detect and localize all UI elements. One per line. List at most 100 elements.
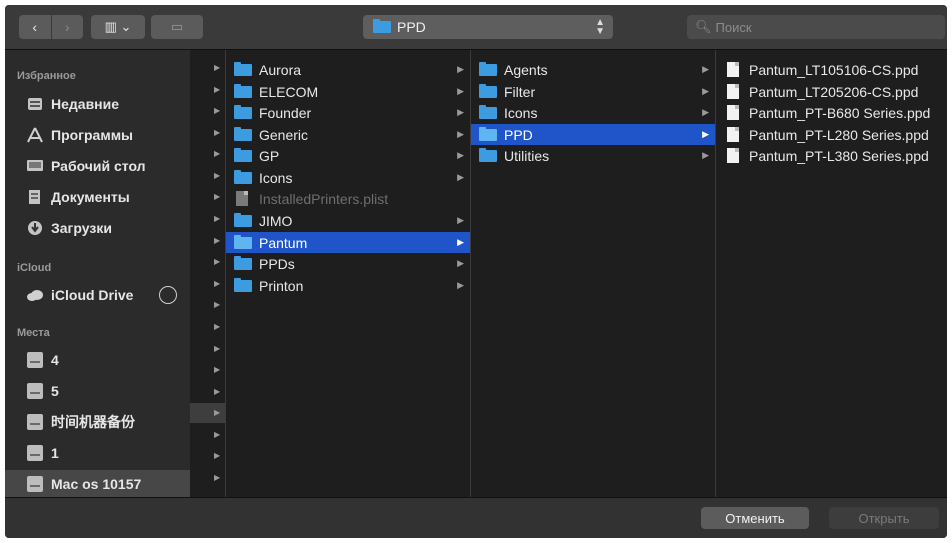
sidebar-item-label: Рабочий стол <box>51 158 146 174</box>
chevron-right-icon: › <box>64 19 70 35</box>
list-item[interactable]: Founder ▶ <box>226 102 470 123</box>
disclosure-arrow-icon: ▶ <box>214 344 221 353</box>
list-item[interactable]: PPDs ▶ <box>226 253 470 274</box>
item-label: Printon <box>259 277 304 294</box>
sidebar-item-mac-os[interactable]: Mac os 10157 <box>5 470 190 497</box>
search-icon: 🔍︎ <box>695 19 712 34</box>
sidebar-item-disk-4[interactable]: 4 <box>5 346 190 374</box>
folder-icon <box>479 83 497 98</box>
disclosure-arrow-icon: ▶ <box>214 63 221 72</box>
disclosure-arrow-icon: ▶ <box>214 430 221 439</box>
parent-column[interactable]: ▶ ▶ ▶ ▶ ▶ ▶ ▶ ▶ ▶ ▶ ▶ ▶ ▶ ▶ ▶ ▶ ▶ ▶ ▶ ▶ <box>190 50 226 497</box>
list-item[interactable]: Icons ▶ <box>226 167 470 188</box>
list-item[interactable]: Filter ▶ <box>471 81 715 102</box>
sidebar-item-desktop[interactable]: Рабочий стол <box>5 152 190 180</box>
folder-icon <box>234 212 252 227</box>
list-item[interactable]: Pantum_PT-L280 Series.ppd <box>716 124 947 145</box>
chevron-right-icon: ▶ <box>457 107 464 117</box>
list-item[interactable]: Pantum_LT205206-CS.ppd <box>716 81 947 102</box>
file-icon <box>236 191 248 206</box>
applications-icon <box>25 126 45 144</box>
sidebar-item-label: 时间机器备份 <box>51 414 135 430</box>
item-label: Founder <box>259 104 312 121</box>
chevron-right-icon: ▶ <box>457 237 464 247</box>
sidebar: Избранное Недавние Программы Рабочий сто… <box>5 50 190 497</box>
chevron-right-icon: ▶ <box>702 86 709 96</box>
chevron-right-icon: ▶ <box>457 215 464 225</box>
disclosure-arrow-icon: ▶ <box>214 408 221 417</box>
browser-column-ppds: Aurora ▶ ELECOM ▶ Founder ▶ Generic ▶ GP ▶ Ic… <box>226 50 471 497</box>
item-label: Filter <box>504 83 536 100</box>
chevron-right-icon: ▶ <box>702 107 709 117</box>
disk-icon <box>25 413 45 431</box>
forward-button[interactable]: › <box>51 15 83 39</box>
sidebar-item-documents[interactable]: Документы <box>5 183 190 211</box>
sidebar-item-disk-5[interactable]: 5 <box>5 377 190 405</box>
disk-icon <box>25 475 45 493</box>
search-placeholder: Поиск <box>715 19 752 35</box>
list-item-selected[interactable]: Pantum ▶ <box>226 232 470 253</box>
column-view-icon: ▥ ⌄ <box>104 19 132 34</box>
back-button[interactable]: ‹ <box>19 15 51 39</box>
list-item[interactable]: Icons ▶ <box>471 102 715 123</box>
sidebar-item-recents[interactable]: Недавние <box>5 90 190 118</box>
list-item[interactable]: Generic ▶ <box>226 124 470 145</box>
sidebar-item-applications[interactable]: Программы <box>5 121 190 149</box>
folder-icon <box>234 61 252 76</box>
chevron-right-icon: ▶ <box>457 150 464 160</box>
list-item-selected[interactable]: PPD ▶ <box>471 124 715 145</box>
disclosure-arrow-icon: ▶ <box>214 279 221 288</box>
list-item[interactable]: Utilities ▶ <box>471 145 715 166</box>
downloads-icon <box>25 219 45 237</box>
toolbar: ‹ › ▥ ⌄ ▭ PPD ▲ ▼ 🔍︎ Поиск <box>5 5 947 50</box>
cancel-button[interactable]: Отменить <box>701 507 809 529</box>
item-label: PPDs <box>259 255 295 272</box>
disclosure-arrow-icon: ▶ <box>214 451 221 460</box>
sidebar-item-label: Документы <box>51 189 130 205</box>
chevron-right-icon: ▶ <box>702 129 709 139</box>
list-item[interactable]: GP ▶ <box>226 145 470 166</box>
view-options-button[interactable]: ▥ ⌄ <box>91 15 145 39</box>
browser-column-pantum: Agents ▶ Filter ▶ Icons ▶ PPD ▶ Utilities ▶ <box>471 50 716 497</box>
item-label: GP <box>259 147 280 164</box>
document-icon <box>727 62 739 77</box>
sidebar-item-label: 1 <box>51 445 59 461</box>
list-item[interactable]: JIMO ▶ <box>226 210 470 231</box>
folder-icon <box>234 234 252 249</box>
sidebar-item-time-machine[interactable]: 时间机器备份 <box>5 408 190 436</box>
list-item[interactable]: ELECOM ▶ <box>226 81 470 102</box>
item-label: Icons <box>504 104 538 121</box>
list-item[interactable]: Pantum_LT105106-CS.ppd <box>716 59 947 80</box>
item-label: Pantum_LT205206-CS.ppd <box>749 83 919 100</box>
sidebar-item-icloud-drive[interactable]: iCloud Drive <box>5 281 190 309</box>
item-label: Pantum <box>259 234 308 251</box>
folder-icon <box>234 277 252 292</box>
chevron-right-icon: ▶ <box>702 64 709 74</box>
sidebar-item-label: Программы <box>51 127 134 143</box>
document-icon <box>727 84 739 99</box>
dialog-footer: Отменить Открыть <box>5 497 947 538</box>
list-item[interactable]: Pantum_PT-B680 Series.ppd <box>716 102 947 123</box>
navigation-buttons: ‹ › <box>19 15 83 39</box>
item-label: Icons <box>259 169 293 186</box>
disclosure-arrow-icon: ▶ <box>214 128 221 137</box>
search-field[interactable]: 🔍︎ Поиск <box>687 15 945 39</box>
path-popup[interactable]: PPD ▲ ▼ <box>363 15 613 39</box>
item-label: Generic <box>259 126 309 143</box>
disclosure-arrow-icon: ▶ <box>214 236 221 245</box>
disclosure-arrow-icon: ▶ <box>214 106 221 115</box>
document-icon <box>727 127 739 142</box>
sidebar-item-disk-1[interactable]: 1 <box>5 439 190 467</box>
item-label: Pantum_LT105106-CS.ppd <box>749 61 919 78</box>
new-folder-button[interactable]: ▭ <box>151 15 203 39</box>
list-item[interactable]: Agents ▶ <box>471 59 715 80</box>
list-item[interactable]: Pantum_PT-L380 Series.ppd <box>716 145 947 166</box>
sidebar-item-downloads[interactable]: Загрузки <box>5 214 190 242</box>
folder-icon <box>234 147 252 162</box>
desktop-icon <box>25 157 45 175</box>
list-item[interactable]: Printon ▶ <box>226 275 470 296</box>
list-item[interactable]: Aurora ▶ <box>226 59 470 80</box>
open-button[interactable]: Открыть <box>829 507 939 529</box>
chevron-right-icon: ▶ <box>702 150 709 160</box>
recents-icon <box>25 95 45 113</box>
